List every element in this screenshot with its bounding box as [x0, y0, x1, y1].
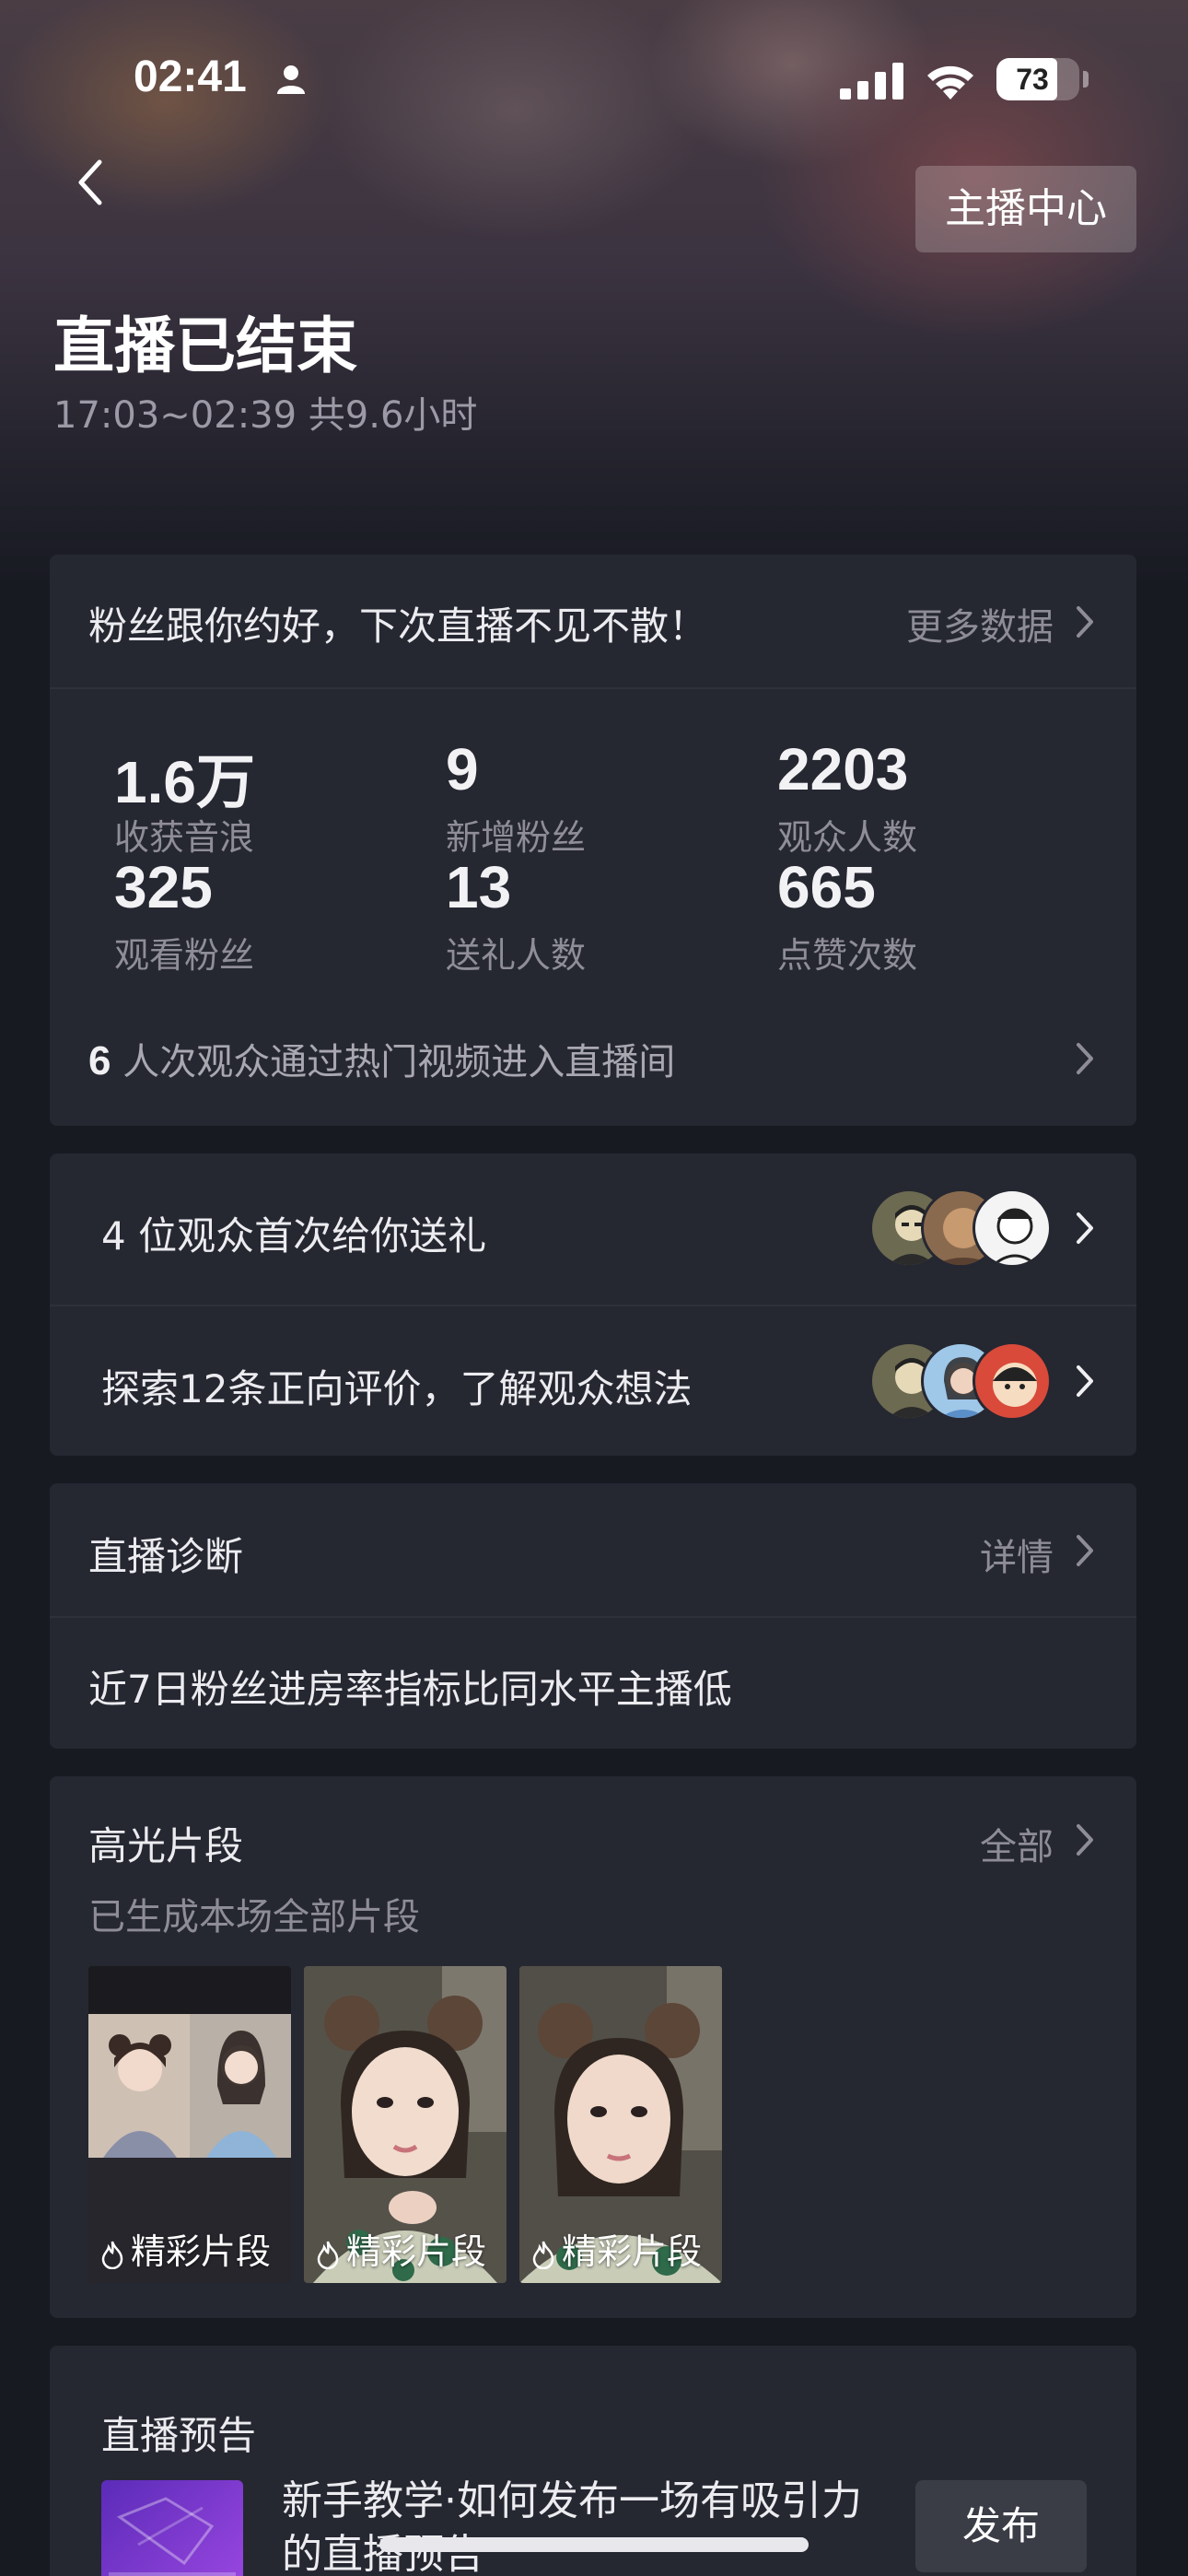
chevron-right-icon[interactable]	[1074, 1822, 1096, 1857]
divider	[50, 1305, 1136, 1306]
highlight-clip[interactable]: 精彩片段	[519, 1966, 722, 2283]
stat-value: 665	[777, 854, 876, 920]
status-bar: 02:41 73	[0, 0, 1188, 157]
clip-label: 精彩片段	[304, 2223, 507, 2274]
avatar	[973, 1341, 1052, 1421]
hot-video-entry[interactable]: 6 人次观众通过热门视频进入直播间	[88, 1032, 675, 1085]
stat-value: 13	[446, 854, 512, 920]
stat-label: 观众人数	[777, 817, 918, 858]
stat-label: 收获音浪	[114, 817, 255, 858]
avatar	[973, 1188, 1052, 1268]
battery-indicator: 73	[996, 58, 1079, 100]
chevron-right-icon[interactable]	[1074, 1041, 1096, 1076]
stat-value: 1.6万	[114, 749, 255, 815]
diagnosis-message: 近7日粉丝进房率指标比同水平主播低	[88, 1667, 732, 1712]
diagnosis-details-link[interactable]: 详情	[980, 1528, 1054, 1581]
stat-label: 送礼人数	[446, 935, 587, 976]
status-time: 02:41	[134, 53, 247, 101]
flame-icon	[532, 2241, 554, 2269]
diagnosis-card: 直播诊断 详情 近7日粉丝进房率指标比同水平主播低	[50, 1483, 1136, 1749]
highlights-card: 高光片段 全部 已生成本场全部片段 精彩片段 精彩片段 精彩片段	[50, 1776, 1136, 2318]
host-center-button[interactable]: 主播中心	[915, 166, 1136, 252]
chevron-right-icon[interactable]	[1074, 1211, 1096, 1246]
divider	[50, 1616, 1136, 1618]
highlight-clip[interactable]: 精彩片段	[304, 1966, 507, 2283]
clip-label: 精彩片段	[519, 2223, 722, 2274]
divider	[50, 687, 1136, 689]
battery-cap	[1083, 71, 1089, 88]
stat-value: 9	[446, 736, 479, 802]
person-icon	[277, 65, 305, 94]
summary-card: 粉丝跟你约好，下次直播不见不散！ 更多数据 1.6万 收获音浪 9 新增粉丝 2…	[50, 555, 1136, 1126]
tutorial-thumbnail-art	[109, 2497, 236, 2576]
back-icon[interactable]	[70, 157, 112, 208]
first-gift-row[interactable]: 4 位观众首次给你送礼	[101, 1205, 486, 1261]
more-data-link[interactable]: 更多数据	[906, 597, 1054, 650]
signal-icon	[840, 63, 903, 100]
chevron-right-icon[interactable]	[1074, 1364, 1096, 1399]
clip-label: 精彩片段	[88, 2223, 291, 2274]
positive-reviews-row[interactable]: 探索12条正向评价，了解观众想法	[101, 1358, 692, 1414]
live-preview-title: 直播预告	[101, 2413, 257, 2458]
chevron-right-icon[interactable]	[1074, 604, 1096, 639]
stat-value: 2203	[777, 736, 909, 802]
stat-label: 新增粉丝	[446, 817, 587, 858]
hot-video-count: 6	[88, 1038, 111, 1083]
flame-icon	[101, 2241, 123, 2269]
live-duration: 17:03~02:39 共9.6小时	[53, 394, 478, 437]
wifi-icon	[927, 65, 973, 100]
highlights-all-link[interactable]: 全部	[980, 1817, 1054, 1870]
battery-level: 73	[1016, 63, 1049, 96]
highlight-clip[interactable]: 精彩片段	[88, 1966, 291, 2283]
flame-icon	[317, 2241, 339, 2269]
stat-value: 325	[114, 854, 213, 920]
stat-label: 观看粉丝	[114, 935, 255, 976]
tutorial-title[interactable]: 新手教学·如何发布一场有吸引力的直播预告	[282, 2475, 880, 2576]
highlights-title: 高光片段	[88, 1823, 244, 1868]
hot-video-text: 人次观众通过热门视频进入直播间	[122, 1041, 676, 1083]
home-indicator[interactable]	[379, 2537, 809, 2552]
chevron-right-icon[interactable]	[1074, 1533, 1096, 1568]
publish-button[interactable]: 发布	[915, 2480, 1087, 2572]
tutorial-thumbnail[interactable]	[101, 2480, 243, 2576]
page-title: 直播已结束	[53, 310, 357, 381]
highlights-subtitle: 已生成本场全部片段	[88, 1896, 420, 1938]
summary-headline: 粉丝跟你约好，下次直播不见不散！	[88, 603, 708, 649]
stat-label: 点赞次数	[777, 935, 918, 976]
audience-card: 4 位观众首次给你送礼 探索12条正向评价，了解观众想法	[50, 1153, 1136, 1456]
diagnosis-title: 直播诊断	[88, 1534, 244, 1579]
